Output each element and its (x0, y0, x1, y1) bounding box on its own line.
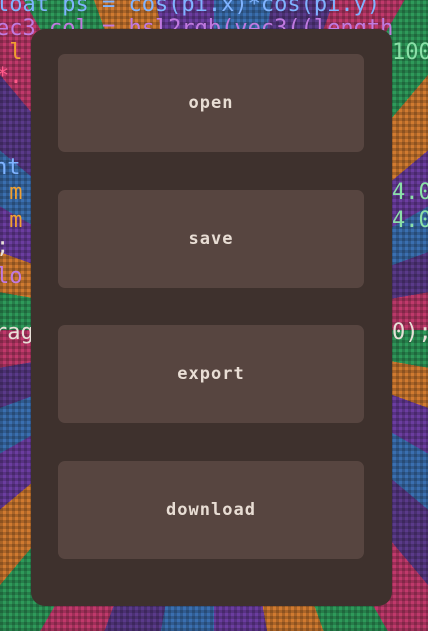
open-button[interactable]: open (58, 54, 364, 152)
save-button[interactable]: save (58, 190, 364, 288)
code-line: rag (0, 320, 34, 345)
code-line: 4.0 (392, 180, 428, 205)
code-line: lo (0, 264, 23, 289)
open-button-label: open (188, 93, 234, 113)
download-button[interactable]: download (58, 461, 364, 559)
code-line: 100 (392, 40, 428, 65)
code-line: l (9, 40, 23, 65)
export-button[interactable]: export (58, 325, 364, 423)
code-line: m (9, 180, 23, 205)
code-line: ; (0, 234, 9, 260)
download-button-label: download (166, 500, 256, 520)
code-line: 4.0 (392, 208, 428, 233)
code-line: 0); (392, 320, 428, 345)
code-line: *. (0, 64, 23, 89)
code-line: nt (0, 155, 21, 180)
export-button-label: export (177, 364, 245, 384)
code-line: m (9, 208, 23, 233)
file-menu-modal: open save export download (31, 29, 392, 606)
save-button-label: save (188, 229, 234, 249)
